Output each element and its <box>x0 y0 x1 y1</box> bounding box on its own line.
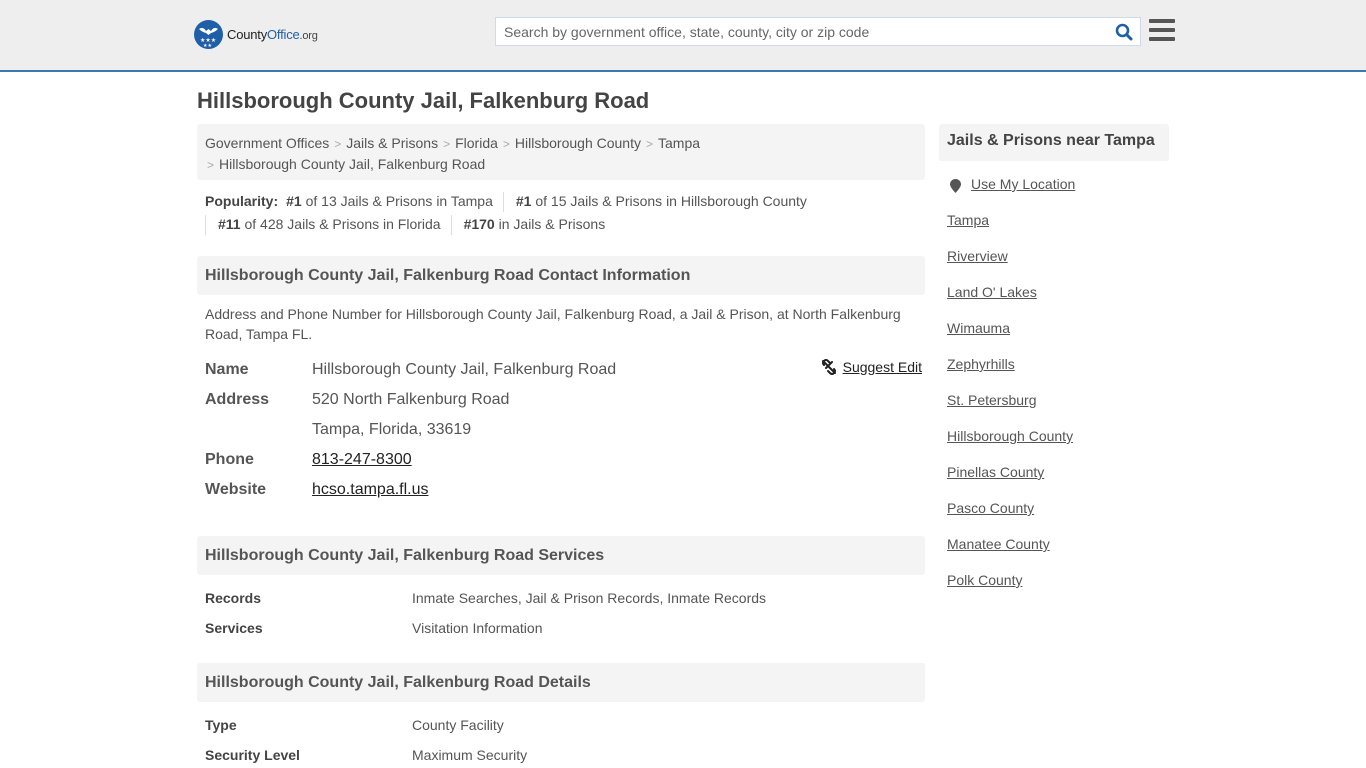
nearby-item: Zephyrhills <box>947 356 1075 392</box>
unlink-icon <box>821 359 836 375</box>
nearby-item: St. Petersburg <box>947 392 1075 428</box>
use-my-location-item: Use My Location <box>947 176 1075 212</box>
breadcrumb-current: Hillsborough County Jail, Falkenburg Roa… <box>219 156 486 172</box>
svg-text:★★: ★★ <box>203 43 212 49</box>
search-bar <box>495 17 1141 46</box>
divider <box>205 215 206 236</box>
name-row: Name Hillsborough County Jail, Falkenburg… <box>205 361 617 378</box>
nearby-link-hillsborough-county[interactable]: Hillsborough County <box>947 428 1073 444</box>
nearby-item: Hillsborough County <box>947 428 1075 464</box>
website-link[interactable]: hcso.tampa.fl.us <box>312 481 429 499</box>
nearby-list: Use My Location Tampa Riverview Land O' … <box>947 176 1075 608</box>
chevron-right-icon: > <box>207 158 215 172</box>
search-button[interactable] <box>1108 18 1140 45</box>
breadcrumb-jails-prisons[interactable]: Jails & Prisons <box>346 135 438 151</box>
menu-bar <box>1149 28 1175 32</box>
services-row: Records Inmate Searches, Jail & Prison Re… <box>205 590 767 606</box>
breadcrumb: Government Offices > Jails & Prisons > Flori… <box>197 124 925 180</box>
nearby-link-tampa[interactable]: Tampa <box>947 212 989 228</box>
nearby-item: Pinellas County <box>947 464 1075 500</box>
chevron-right-icon: > <box>645 137 653 151</box>
chevron-right-icon: > <box>443 137 451 151</box>
address-line-1: 520 North Falkenburg Road <box>312 391 510 408</box>
chevron-right-icon: > <box>334 137 342 151</box>
breadcrumb-florida[interactable]: Florida <box>455 135 498 151</box>
breadcrumb-hillsborough-county[interactable]: Hillsborough County <box>515 135 641 151</box>
nearby-item: Land O' Lakes <box>947 284 1075 320</box>
hamburger-menu-icon[interactable] <box>1149 19 1175 43</box>
popularity-item: #1 of 15 Jails & Prisons in Hillsborough… <box>515 193 807 209</box>
nearby-item: Polk County <box>947 572 1075 608</box>
address-row: Address 520 North Falkenburg Road <box>205 391 510 408</box>
details-heading: Hillsborough County Jail, Falkenburg Roa… <box>197 663 925 702</box>
popularity-item: #170 in Jails & Prisons <box>463 216 606 232</box>
suggest-edit-link[interactable]: Suggest Edit <box>821 359 922 375</box>
menu-bar <box>1149 19 1175 23</box>
search-icon <box>1115 23 1133 40</box>
nearby-link-zephyrhills[interactable]: Zephyrhills <box>947 356 1015 372</box>
nearby-item: Pasco County <box>947 500 1075 536</box>
top-header: ★★★ ★★ CountyOffice.org <box>0 0 1366 72</box>
nearby-link-polk-county[interactable]: Polk County <box>947 572 1022 588</box>
nearby-item: Riverview <box>947 248 1075 284</box>
popularity-item: #11 of 428 Jails & Prisons in Florida <box>218 216 441 232</box>
page-title: Hillsborough County Jail, Falkenburg Roa… <box>197 88 650 113</box>
use-my-location-link[interactable]: Use My Location <box>971 176 1075 192</box>
breadcrumb-government-offices[interactable]: Government Offices <box>205 135 329 151</box>
breadcrumb-tampa[interactable]: Tampa <box>658 135 700 151</box>
divider <box>450 215 452 236</box>
contact-description: Address and Phone Number for Hillsboroug… <box>205 306 901 342</box>
chevron-right-icon: > <box>502 137 510 151</box>
nearby-link-st-petersburg[interactable]: St. Petersburg <box>947 392 1037 408</box>
website-row: Website hcso.tampa.fl.us <box>205 481 429 499</box>
contact-heading: Hillsborough County Jail, Falkenburg Roa… <box>197 256 925 295</box>
site-logo[interactable]: ★★★ ★★ CountyOffice.org <box>194 20 318 49</box>
phone-row: Phone 813-247-8300 <box>205 451 412 469</box>
popularity-item: #1 of 13 Jails & Prisons in Tampa <box>286 193 493 209</box>
sidebar-heading: Jails & Prisons near Tampa <box>939 124 1169 161</box>
nearby-item: Wimauma <box>947 320 1075 356</box>
contact-info: Suggest Edit Name Hillsborough County Jai… <box>205 355 922 505</box>
nearby-link-wimauma[interactable]: Wimauma <box>947 320 1010 336</box>
popularity-section: Popularity: #1 of 13 Jails & Prisons in T… <box>205 190 925 236</box>
nearby-link-manatee-county[interactable]: Manatee County <box>947 536 1050 552</box>
eagle-logo-icon: ★★★ ★★ <box>194 20 223 49</box>
nearby-link-riverview[interactable]: Riverview <box>947 248 1008 264</box>
address-line-2: Tampa, Florida, 33619 <box>312 421 472 438</box>
facility-name: Hillsborough County Jail, Falkenburg Roa… <box>312 361 617 378</box>
nearby-item: Tampa <box>947 212 1075 248</box>
nearby-link-pinellas-county[interactable]: Pinellas County <box>947 464 1044 480</box>
details-row: Type County Facility <box>205 717 504 733</box>
nearby-item: Manatee County <box>947 536 1075 572</box>
divider <box>502 192 504 213</box>
menu-bar <box>1149 37 1175 41</box>
services-row: Services Visitation Information <box>205 620 543 636</box>
details-row: Security Level Maximum Security <box>205 747 528 763</box>
search-input[interactable] <box>496 18 1108 45</box>
address-row-2: Tampa, Florida, 33619 <box>205 415 922 445</box>
services-heading: Hillsborough County Jail, Falkenburg Roa… <box>197 536 925 575</box>
logo-text: CountyOffice.org <box>227 27 318 42</box>
phone-link[interactable]: 813-247-8300 <box>312 451 412 469</box>
map-pin-icon <box>950 179 961 193</box>
popularity-label: Popularity: <box>205 193 279 209</box>
nearby-link-pasco-county[interactable]: Pasco County <box>947 500 1034 516</box>
nearby-link-land-o-lakes[interactable]: Land O' Lakes <box>947 284 1037 300</box>
